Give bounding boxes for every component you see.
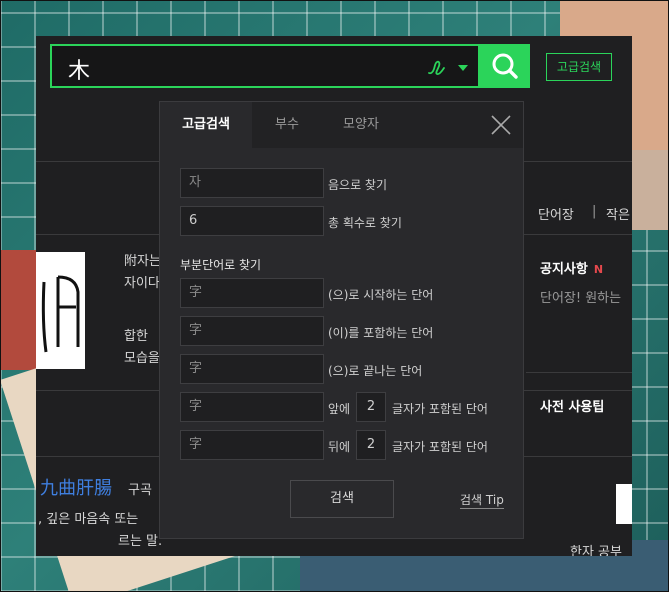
ends-with-label: (으)로 끝나는 단어 bbox=[328, 364, 423, 378]
front-suffix: 글자가 포함된 단어 bbox=[392, 402, 488, 416]
search-icon bbox=[492, 53, 518, 79]
ends-with-field[interactable]: 字 bbox=[180, 354, 324, 384]
content-line: 자이다 bbox=[124, 276, 160, 291]
back-suffix: 글자가 포함된 단어 bbox=[392, 440, 488, 454]
close-icon[interactable] bbox=[490, 114, 512, 136]
back-prefix: 뒤에 bbox=[328, 440, 351, 454]
front-prefix: 앞에 bbox=[328, 402, 351, 416]
contains-label: (이)를 포함하는 단어 bbox=[328, 326, 434, 340]
tab-shape[interactable]: 모양자 bbox=[322, 102, 400, 148]
strokes-field[interactable]: 6 bbox=[180, 206, 324, 236]
starts-with-field[interactable]: 字 bbox=[180, 278, 324, 308]
search-tip-link[interactable]: 검색 Tip bbox=[460, 491, 504, 509]
idiom-link[interactable]: 九曲肝腸 bbox=[40, 474, 112, 500]
advanced-search-button[interactable]: 고급검색 bbox=[546, 53, 612, 81]
content-line: 합한 bbox=[124, 329, 148, 344]
character-image bbox=[36, 252, 85, 369]
divider: | bbox=[592, 204, 597, 219]
popup-tabs: 고급검색 부수 모양자 bbox=[160, 102, 523, 148]
back-count-field[interactable]: 2 bbox=[356, 430, 386, 460]
content-line: 모습을 bbox=[124, 351, 160, 366]
contains-field[interactable]: 字 bbox=[180, 316, 324, 346]
handwriting-icon[interactable] bbox=[426, 55, 450, 79]
usage-tips-title: 사전 사용팁 bbox=[540, 400, 605, 415]
search-button[interactable] bbox=[480, 44, 530, 88]
notice-title: 공지사항 N bbox=[540, 262, 604, 277]
advanced-search-popup: 고급검색 부수 모양자 자 음으로 찾기 6 총 획수로 찾기 부분단어로 찾기… bbox=[159, 101, 524, 539]
back-field[interactable]: 字 bbox=[180, 430, 324, 460]
notice-text[interactable]: 단어장! 원하는 bbox=[540, 287, 621, 306]
reading-label: 음으로 찾기 bbox=[328, 178, 388, 192]
starts-with-label: (으)로 시작하는 단어 bbox=[328, 288, 434, 302]
strokes-label: 총 획수로 찾기 bbox=[328, 216, 402, 230]
wordbook-link[interactable]: 단어장 bbox=[538, 204, 574, 223]
idiom-meaning: 르는 말. bbox=[118, 534, 163, 549]
study-text: 한자 공부 bbox=[570, 545, 622, 556]
small-link[interactable]: 작은 bbox=[606, 204, 630, 223]
new-badge: N bbox=[593, 263, 604, 276]
front-field[interactable]: 字 bbox=[180, 392, 324, 422]
reading-field[interactable]: 자 bbox=[180, 168, 324, 198]
content-line: 附자는 bbox=[124, 254, 161, 269]
search-query: 木 bbox=[68, 59, 91, 84]
chevron-down-icon[interactable] bbox=[458, 65, 468, 71]
search-input[interactable]: 木 bbox=[50, 44, 480, 88]
idiom-meaning: , 깊은 마음속 또는 bbox=[38, 512, 139, 527]
study-image bbox=[616, 484, 632, 524]
front-count-field[interactable]: 2 bbox=[356, 392, 386, 422]
tab-radical[interactable]: 부수 bbox=[252, 102, 322, 148]
tab-advanced[interactable]: 고급검색 bbox=[160, 102, 252, 148]
partial-section-title: 부분단어로 찾기 bbox=[180, 258, 262, 272]
idiom-reading: 구곡 bbox=[128, 483, 152, 498]
popup-search-button[interactable]: 검색 bbox=[290, 480, 394, 518]
